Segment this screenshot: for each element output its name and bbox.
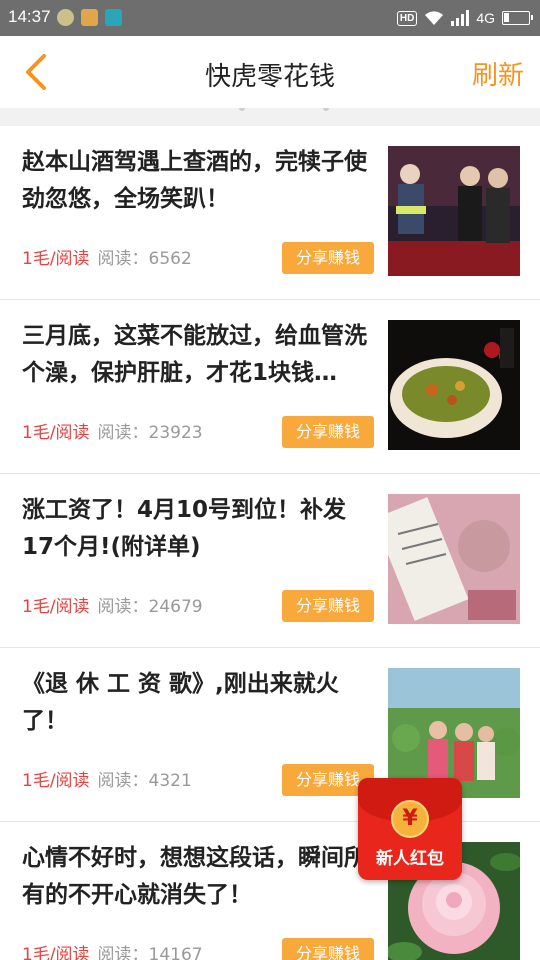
article-reads: 阅读：4321: [97, 771, 192, 791]
status-bar: 14:37 HD 4G: [0, 0, 540, 36]
battery-fill: [504, 13, 509, 22]
article-card[interactable]: 赵本山酒驾遇上查酒的，完犊子使劲忽悠，全场笑趴！ 1毛/阅读 阅读：6562 分享…: [0, 126, 540, 300]
signal-icon: [451, 10, 470, 26]
article-title[interactable]: 心情不好时，想想这段话，瞬间所有的不开心就消失了！: [22, 840, 374, 914]
article-title[interactable]: 涨工资了！4月10号到位！补发17个月!(附详单): [22, 492, 374, 566]
pull-refresh-strip: [0, 108, 540, 126]
status-indicators: HD 4G: [396, 8, 533, 28]
article-reads: 阅读：23923: [97, 423, 203, 443]
network-type: 4G: [476, 10, 495, 26]
article-reads: 阅读：6562: [97, 249, 192, 269]
refresh-button[interactable]: 刷新: [472, 55, 524, 92]
article-title[interactable]: 《退 休 工 资 歌》,刚出来就火了！: [22, 666, 374, 740]
new-user-red-packet-button[interactable]: ¥ 新人红包: [358, 778, 462, 880]
thumbnail-image: [388, 146, 520, 276]
thumbnail-image: [388, 320, 520, 450]
article-rate: 1毛/阅读: [22, 597, 90, 617]
article-rate: 1毛/阅读: [22, 249, 90, 269]
article-thumbnail[interactable]: [388, 494, 520, 624]
article-reads: 阅读：14167: [97, 945, 203, 960]
wifi-icon: [425, 11, 444, 25]
thumbnail-image: [388, 494, 520, 624]
article-rate: 1毛/阅读: [22, 945, 90, 960]
coin-icon: ¥: [391, 800, 429, 838]
article-reads: 阅读：24679: [97, 597, 203, 617]
share-earn-button[interactable]: 分享赚钱: [282, 938, 374, 960]
article-title[interactable]: 赵本山酒驾遇上查酒的，完犊子使劲忽悠，全场笑趴！: [22, 144, 374, 218]
loading-indicator: [239, 108, 329, 111]
notification-app-icon: [81, 9, 98, 26]
notification-app-icon: [57, 9, 74, 26]
article-meta: 1毛/阅读 阅读：24679: [22, 592, 203, 617]
article-thumbnail[interactable]: [388, 146, 520, 276]
article-card[interactable]: 涨工资了！4月10号到位！补发17个月!(附详单) 1毛/阅读 阅读：24679 …: [0, 474, 540, 648]
share-earn-button[interactable]: 分享赚钱: [282, 416, 374, 448]
notification-scan-icon: [105, 9, 122, 26]
share-earn-button[interactable]: 分享赚钱: [282, 242, 374, 274]
article-thumbnail[interactable]: [388, 320, 520, 450]
app-header: 快虎零花钱 刷新: [0, 36, 540, 108]
article-meta: 1毛/阅读 阅读：14167: [22, 940, 203, 960]
article-card[interactable]: 三月底，这菜不能放过，给血管洗个澡，保护肝脏，才花1块钱… 1毛/阅读 阅读：23…: [0, 300, 540, 474]
page-title: 快虎零花钱: [204, 62, 335, 92]
article-meta: 1毛/阅读 阅读：6562: [22, 244, 192, 269]
battery-icon: [502, 11, 533, 25]
article-rate: 1毛/阅读: [22, 771, 90, 791]
share-earn-button[interactable]: 分享赚钱: [282, 590, 374, 622]
status-time: 14:37: [8, 7, 51, 26]
article-rate: 1毛/阅读: [22, 423, 90, 443]
article-title[interactable]: 三月底，这菜不能放过，给血管洗个澡，保护肝脏，才花1块钱…: [22, 318, 374, 392]
hd-icon: HD: [396, 10, 418, 26]
article-meta: 1毛/阅读 阅读：4321: [22, 766, 192, 791]
red-packet-label: 新人红包: [376, 849, 444, 869]
article-meta: 1毛/阅读 阅读：23923: [22, 418, 203, 443]
